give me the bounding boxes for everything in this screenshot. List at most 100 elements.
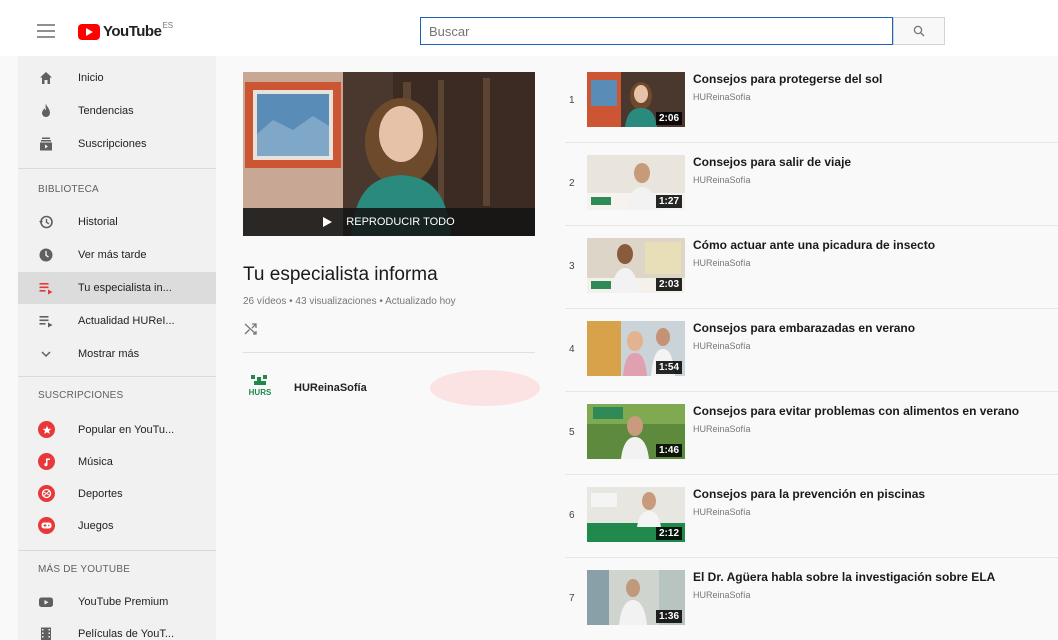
playlist-video-item[interactable]: 4 1:54 Consejos para embarazadas en vera… <box>565 319 1058 400</box>
video-thumbnail[interactable]: 1:54 <box>587 321 685 376</box>
playlist-video-item[interactable]: 7 1:36 El Dr. Agüera habla sobre la inve… <box>565 568 1058 640</box>
shuffle-button[interactable] <box>244 322 258 341</box>
youtube-logo[interactable]: YouTube ES <box>78 21 174 40</box>
sidebar-item-label: Juegos <box>78 520 114 532</box>
sidebar-item-games[interactable]: Juegos <box>18 510 216 542</box>
home-icon <box>40 72 52 84</box>
sidebar-item-label: Música <box>78 456 113 468</box>
video-title[interactable]: Cómo actuar ante una picadura de insecto <box>693 238 935 252</box>
video-thumbnail[interactable]: 1:27 <box>587 155 685 210</box>
playlist-thumbnail[interactable]: REPRODUCIR TODO <box>243 72 535 236</box>
video-thumbnail[interactable]: 2:03 <box>587 238 685 293</box>
video-duration: 1:27 <box>655 195 682 208</box>
sidebar-item-trending[interactable]: Tendencias <box>18 95 216 127</box>
divider <box>243 352 535 353</box>
sports-icon <box>38 485 55 502</box>
sidebar-item-sports[interactable]: Deportes <box>18 478 216 510</box>
sidebar: Inicio Tendencias Suscripciones BIBLIOTE… <box>18 56 216 640</box>
video-duration: 2:06 <box>655 112 682 125</box>
video-thumbnail[interactable]: 2:06 <box>587 72 685 127</box>
sidebar-item-label: Ver más tarde <box>78 249 147 261</box>
divider <box>565 225 1058 226</box>
star-icon <box>38 421 55 438</box>
playlist-video-item[interactable]: 1 2:06 Consejos para protegerse del sol … <box>565 70 1058 151</box>
video-channel[interactable]: HUReinaSofía <box>693 341 751 351</box>
subscribe-button[interactable] <box>430 370 540 406</box>
sidebar-item-history[interactable]: Historial <box>18 206 216 238</box>
sidebar-item-youtube-premium[interactable]: YouTube Premium <box>18 586 216 618</box>
play-logo-icon <box>78 23 100 40</box>
playlist-video-item[interactable]: 2 1:27 Consejos para salir de viaje HURe… <box>565 153 1058 234</box>
play-all-button[interactable]: REPRODUCIR TODO <box>243 208 535 236</box>
clock-icon <box>39 248 53 262</box>
logo-text: YouTube <box>103 23 162 40</box>
flame-icon <box>42 104 50 117</box>
video-title[interactable]: Consejos para evitar problemas con alime… <box>693 404 1019 418</box>
menu-icon[interactable] <box>37 24 55 38</box>
sidebar-item-playlist-actualidad[interactable]: Actualidad HUReI... <box>18 305 216 337</box>
play-icon <box>323 217 333 227</box>
sidebar-item-label: YouTube Premium <box>78 596 169 608</box>
playlist-icon <box>39 283 53 295</box>
sidebar-item-label: Deportes <box>78 488 123 500</box>
sidebar-item-label: Actualidad HUReI... <box>78 315 175 327</box>
sidebar-item-popular[interactable]: Popular en YouTu... <box>18 414 216 446</box>
playlist-title: Tu especialista informa <box>243 264 438 285</box>
video-thumbnail[interactable]: 2:12 <box>587 487 685 542</box>
video-channel[interactable]: HUReinaSofía <box>693 590 751 600</box>
sidebar-item-label: Inicio <box>78 72 104 84</box>
gamepad-icon <box>38 517 55 534</box>
library-section-title: BIBLIOTECA <box>38 184 99 195</box>
video-thumbnail[interactable]: 1:36 <box>587 570 685 625</box>
playlist-icon <box>39 316 53 328</box>
playlist-video-item[interactable]: 3 2:03 Cómo actuar ante una picadura de … <box>565 236 1058 317</box>
playlist-video-item[interactable]: 5 1:46 Consejos para evitar problemas co… <box>565 402 1058 483</box>
history-icon <box>39 215 53 229</box>
divider <box>565 142 1058 143</box>
video-channel[interactable]: HUReinaSofía <box>693 175 751 185</box>
sidebar-item-label: Películas de YouT... <box>78 628 175 640</box>
play-all-label: REPRODUCIR TODO <box>346 216 455 228</box>
sidebar-item-label: Suscripciones <box>78 138 147 150</box>
shuffle-icon <box>244 323 257 335</box>
video-channel[interactable]: HUReinaSofía <box>693 258 751 268</box>
subscriptions-icon <box>40 137 52 151</box>
divider <box>565 474 1058 475</box>
sidebar-item-subscriptions[interactable]: Suscripciones <box>18 128 216 160</box>
video-title[interactable]: Consejos para la prevención en piscinas <box>693 487 925 501</box>
show-more-button[interactable]: Mostrar más <box>18 338 216 370</box>
divider <box>565 308 1058 309</box>
sidebar-item-music[interactable]: Música <box>18 446 216 478</box>
search-input[interactable] <box>420 17 893 45</box>
video-duration: 1:46 <box>655 444 682 457</box>
video-duration: 2:12 <box>655 527 682 540</box>
sidebar-item-home[interactable]: Inicio <box>18 62 216 94</box>
divider <box>565 391 1058 392</box>
video-channel[interactable]: HUReinaSofía <box>693 424 751 434</box>
video-index: 5 <box>569 427 575 438</box>
sidebar-item-label: Historial <box>78 216 118 228</box>
search-button[interactable] <box>893 17 945 45</box>
music-icon <box>38 453 55 470</box>
video-index: 4 <box>569 344 575 355</box>
logo-country-code: ES <box>162 21 174 30</box>
playlist-owner-name[interactable]: HUReinaSofía <box>294 382 367 394</box>
sidebar-item-label: Mostrar más <box>78 348 140 360</box>
video-duration: 1:54 <box>655 361 682 374</box>
owner-logo[interactable]: HURS <box>248 375 272 397</box>
video-title[interactable]: Consejos para protegerse del sol <box>693 72 882 86</box>
video-title[interactable]: Consejos para salir de viaje <box>693 155 851 169</box>
video-channel[interactable]: HUReinaSofía <box>693 507 751 517</box>
sidebar-item-movies[interactable]: Películas de YouT... <box>18 618 216 640</box>
video-index: 3 <box>569 261 575 272</box>
video-index: 2 <box>569 178 575 189</box>
video-title[interactable]: El Dr. Agüera habla sobre la investigaci… <box>693 570 995 584</box>
sidebar-item-playlist-especialista[interactable]: Tu especialista in... <box>18 272 216 304</box>
video-thumbnail[interactable]: 1:46 <box>587 404 685 459</box>
video-title[interactable]: Consejos para embarazadas en verano <box>693 321 915 335</box>
sidebar-item-watch-later[interactable]: Ver más tarde <box>18 239 216 271</box>
video-index: 7 <box>569 593 575 604</box>
video-index: 1 <box>569 95 575 106</box>
video-channel[interactable]: HUReinaSofía <box>693 92 751 102</box>
playlist-video-item[interactable]: 6 2:12 Consejos para la prevención en pi… <box>565 485 1058 566</box>
